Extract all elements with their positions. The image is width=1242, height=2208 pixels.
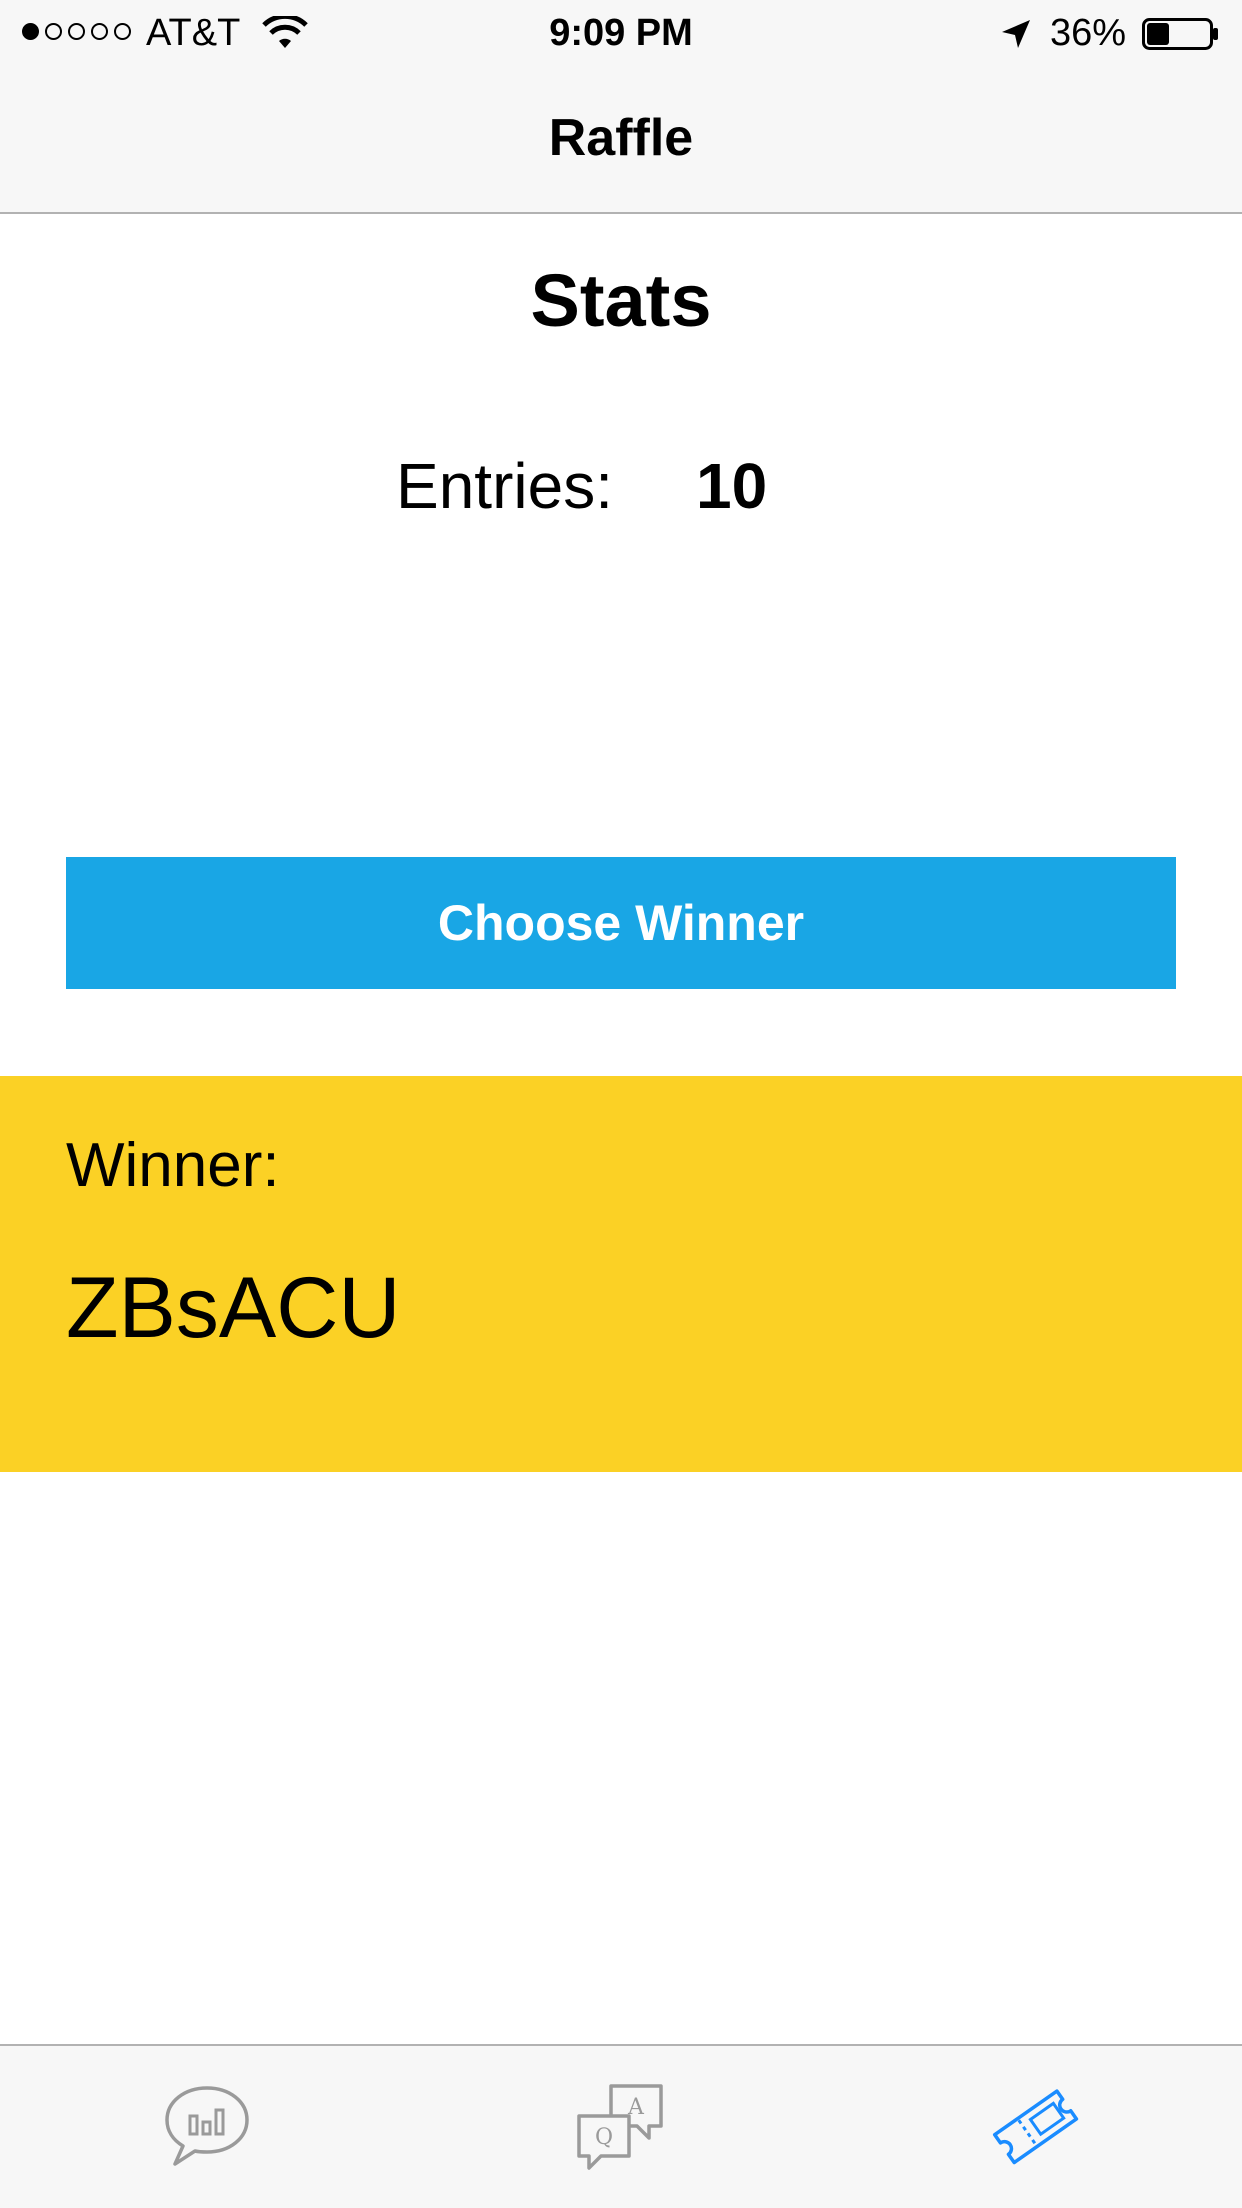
svg-text:Q: Q: [595, 2125, 613, 2150]
winner-name: ZBsACU: [66, 1260, 401, 1356]
top-bar: AT&T 9:09 PM 36% Raffle: [0, 0, 1242, 214]
battery-icon: [1142, 18, 1220, 50]
battery-percent: 36%: [1050, 12, 1127, 54]
stats-heading: Stats: [530, 259, 712, 342]
status-bar: AT&T 9:09 PM 36%: [0, 0, 1242, 66]
winner-label: Winner:: [66, 1131, 280, 1200]
choose-winner-button[interactable]: Choose Winner: [66, 857, 1176, 989]
qa-chat-icon: A Q: [577, 2084, 663, 2170]
tab-bar: A Q: [0, 2044, 1242, 2208]
tab-raffle[interactable]: [985, 2076, 1085, 2176]
ticket-icon: [992, 2089, 1079, 2165]
raffle-screen: AT&T 9:09 PM 36% Raffle Stats Entries: 1…: [0, 0, 1242, 2208]
location-arrow-icon: [1000, 18, 1032, 50]
tab-qa[interactable]: A Q: [571, 2076, 671, 2176]
winner-panel: Winner: ZBsACU: [0, 1076, 1242, 1472]
tab-poll[interactable]: [157, 2076, 257, 2176]
poll-chat-icon: [165, 2086, 249, 2166]
nav-title: Raffle: [548, 109, 694, 167]
entries-label: Entries:: [396, 450, 613, 522]
entries-count: 10: [696, 450, 768, 522]
